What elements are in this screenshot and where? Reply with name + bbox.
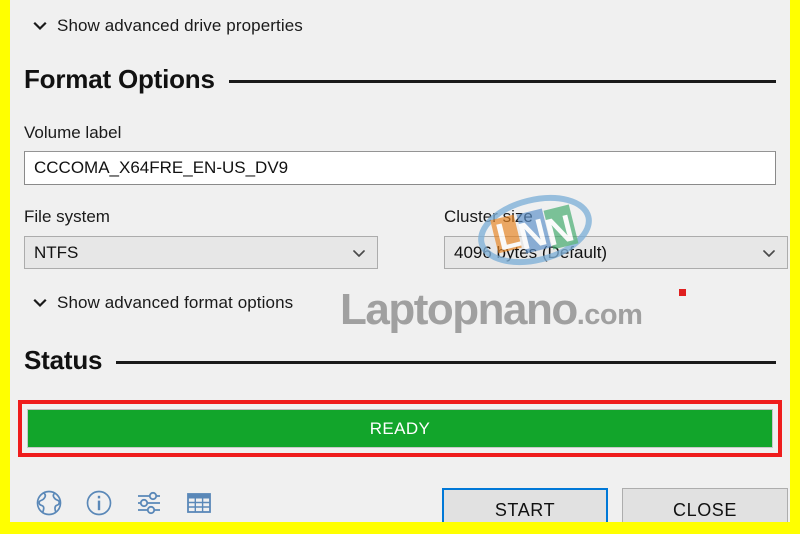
settings-sliders-icon[interactable] [134,488,164,518]
rufus-window: Show advanced drive properties Format Op… [10,0,790,522]
info-icon[interactable] [84,488,114,518]
file-system-caption: File system [24,207,110,226]
show-advanced-format-options-label: Show advanced format options [57,293,294,312]
chevron-down-icon [350,244,368,262]
watermark-text: Laptopnano.com [340,285,643,335]
globe-icon[interactable] [34,488,64,518]
cluster-size-value: 4096 bytes (Default) [454,242,608,262]
file-system-dropdown[interactable]: NTFS [24,236,378,269]
log-icon[interactable] [184,488,214,518]
volume-label-caption: Volume label [24,123,122,142]
status-divider [116,361,776,364]
format-options-heading: Format Options [24,64,215,94]
watermark-red-dot [679,289,686,296]
show-advanced-format-options-expander[interactable]: Show advanced format options [32,293,293,313]
format-options-section-header: Format Options [24,64,776,95]
chevron-down-icon [760,244,778,262]
watermark-site-name: Laptopnano [340,285,578,334]
watermark-site-tld: .com [576,299,643,331]
status-heading: Status [24,345,103,375]
bottom-toolbar [34,488,214,518]
format-options-divider [228,80,776,83]
cluster-size-dropdown[interactable]: 4096 bytes (Default) [444,236,788,269]
show-advanced-drive-properties-expander[interactable]: Show advanced drive properties [32,16,303,36]
volume-label-input[interactable]: CCCOMA_X64FRE_EN-US_DV9 [24,151,776,185]
close-button[interactable]: CLOSE [622,488,788,522]
chevron-down-icon [32,295,48,311]
status-progress-bar: READY [27,409,773,448]
start-button[interactable]: START [442,488,608,522]
show-advanced-drive-properties-label: Show advanced drive properties [57,16,303,35]
chevron-down-icon [32,18,48,34]
cluster-size-caption: Cluster size [444,207,533,226]
file-system-value: NTFS [34,242,79,262]
status-section-header: Status [24,345,776,376]
